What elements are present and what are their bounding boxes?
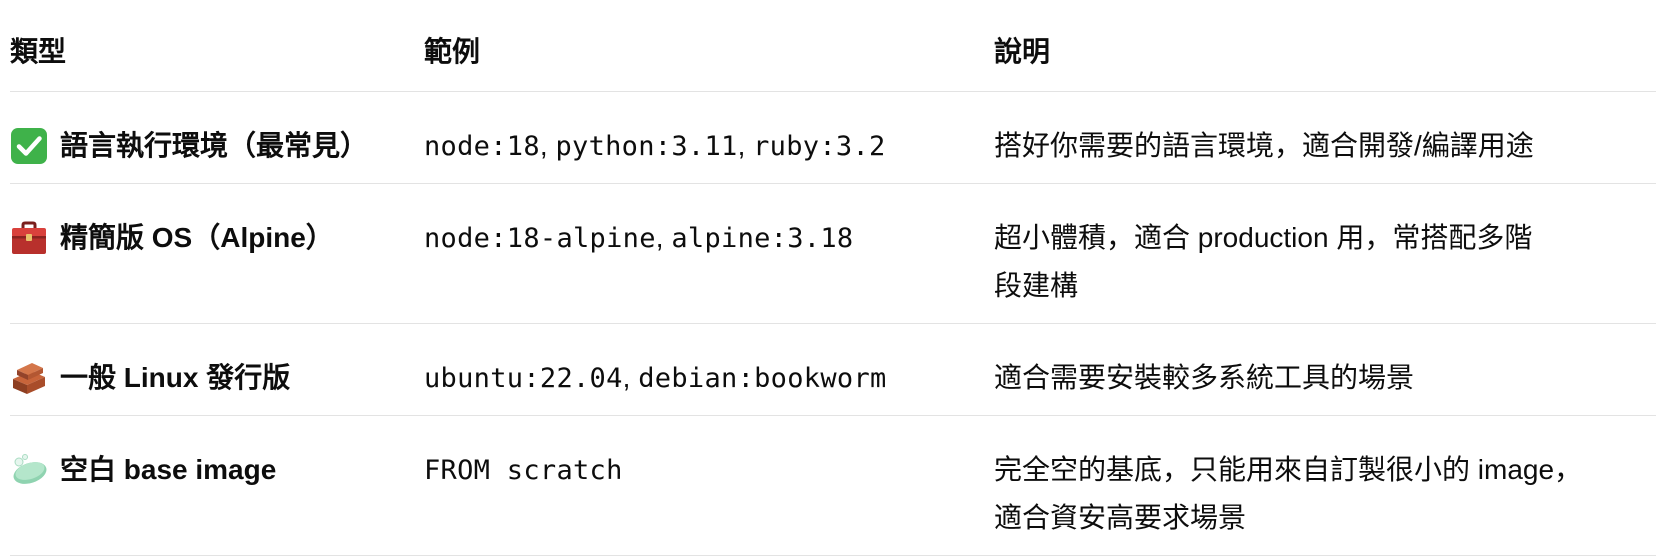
example-code: node:18 xyxy=(424,131,540,162)
example-separator: , xyxy=(622,362,639,393)
type-label: 精簡版 OS（Alpine） xyxy=(60,222,334,253)
example-code: alpine:3.18 xyxy=(671,223,854,254)
example-separator: , xyxy=(737,130,754,161)
description-cell: 完全空的基底，只能用來自訂製很小的 image，適合資安高要求場景 xyxy=(994,454,1583,533)
type-label: 一般 Linux 發行版 xyxy=(60,362,291,393)
header-type: 類型 xyxy=(10,36,67,67)
type-label: 語言執行環境（最常見） xyxy=(60,130,369,161)
header-example: 範例 xyxy=(424,36,481,67)
table-row: 空白 base image FROM scratch 完全空的基底，只能用來自訂… xyxy=(10,416,1656,556)
type-cell: 語言執行環境（最常見） xyxy=(10,92,424,183)
type-cell: 一般 Linux 發行版 xyxy=(10,324,424,415)
header-description: 說明 xyxy=(994,36,1051,67)
example-code: node:18-alpine xyxy=(424,223,656,254)
example-code: python:3.11 xyxy=(555,131,738,162)
table-header-row: 類型 範例 說明 xyxy=(10,0,1656,92)
example-separator: , xyxy=(539,130,556,161)
table-row: 一般 Linux 發行版 ubuntu:22.04, debian:bookwo… xyxy=(10,324,1656,416)
table-row: 精簡版 OS（Alpine） node:18-alpine, alpine:3.… xyxy=(10,184,1656,324)
description-cell: 搭好你需要的語言環境，適合開發/編譯用途 xyxy=(994,130,1534,161)
type-cell: 精簡版 OS（Alpine） xyxy=(10,184,424,323)
comparison-table: 類型 範例 說明 語言執行環境（最常見） node:18, python:3.1… xyxy=(10,0,1656,556)
check-mark-button-icon xyxy=(11,128,47,164)
example-code: debian:bookworm xyxy=(638,363,887,394)
bricks-icon xyxy=(13,363,45,394)
example-code: ubuntu:22.04 xyxy=(424,363,623,394)
example-code: FROM scratch xyxy=(424,455,623,486)
example-separator: , xyxy=(655,222,672,253)
example-cell: node:18, python:3.11, ruby:3.2 xyxy=(424,92,994,183)
table-row: 語言執行環境（最常見） node:18, python:3.11, ruby:3… xyxy=(10,92,1656,184)
example-code: ruby:3.2 xyxy=(753,131,886,162)
example-cell: node:18-alpine, alpine:3.18 xyxy=(424,184,994,323)
description-cell: 適合需要安裝較多系統工具的場景 xyxy=(994,362,1415,393)
type-label: 空白 base image xyxy=(60,454,277,485)
example-cell: ubuntu:22.04, debian:bookworm xyxy=(424,324,994,415)
type-cell: 空白 base image xyxy=(10,416,424,555)
example-cell: FROM scratch xyxy=(424,416,994,555)
soap-icon xyxy=(13,454,47,484)
toolbox-icon xyxy=(12,221,46,254)
description-cell: 超小體積，適合 production 用，常搭配多階段建構 xyxy=(994,222,1533,301)
